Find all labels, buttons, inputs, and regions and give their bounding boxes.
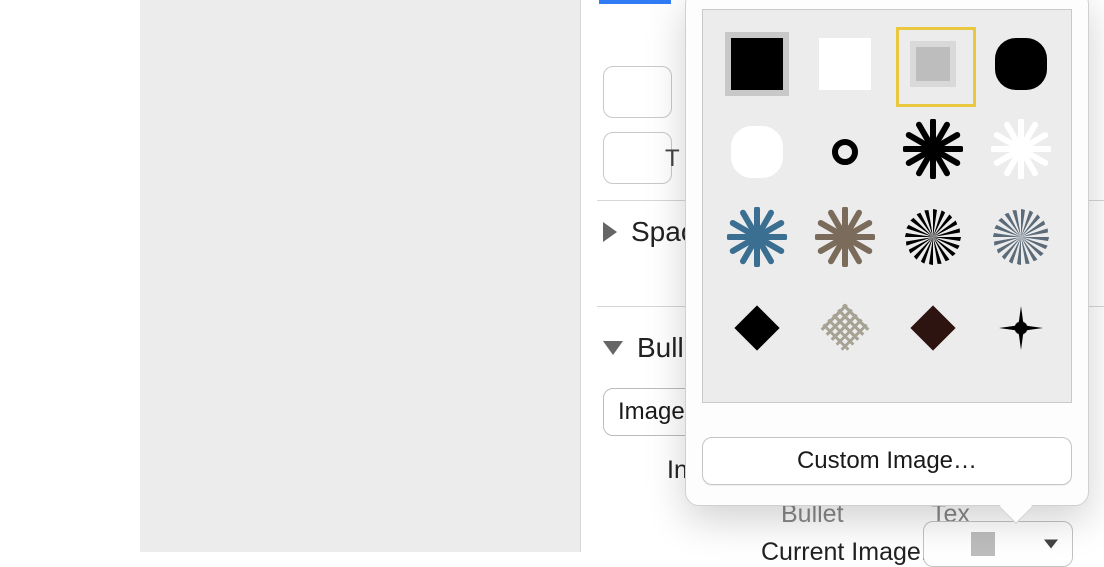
bullet-option-diamond-black[interactable] — [725, 296, 789, 360]
current-image-dropdown[interactable] — [923, 521, 1073, 567]
bullet-option-starburst-blue[interactable] — [725, 208, 789, 272]
segmented-control-active[interactable] — [599, 0, 671, 4]
bullet-option-sparkle[interactable] — [989, 296, 1053, 360]
format-inspector: T Spac Bulle Image In Bullet Tex Current… — [580, 0, 1104, 552]
bullet-type-value: Image — [618, 398, 685, 426]
chevron-right-icon — [603, 222, 617, 242]
bullet-option-starburst-taupe[interactable] — [813, 208, 877, 272]
chevron-down-icon — [603, 341, 623, 355]
document-canvas[interactable] — [140, 0, 580, 552]
bullet-option-white-square[interactable] — [813, 32, 877, 96]
bullet-option-ring[interactable] — [813, 120, 877, 184]
bullet-option-diamond-brown[interactable] — [901, 296, 965, 360]
bullet-option-scribble-diamond[interactable] — [813, 296, 877, 360]
spacing-disclosure[interactable]: Spac — [603, 216, 695, 248]
bullet-option-starburst-white[interactable] — [989, 120, 1053, 184]
custom-image-label: Custom Image… — [797, 447, 977, 475]
text-field-2[interactable]: T — [603, 132, 672, 184]
bullet-grid — [702, 9, 1072, 403]
text-field-glyph: T — [665, 145, 680, 173]
image-bullet-popover: Custom Image… — [685, 0, 1089, 506]
custom-image-button[interactable]: Custom Image… — [702, 437, 1072, 485]
bullet-option-white-clover[interactable] — [725, 120, 789, 184]
document-margin — [0, 0, 140, 552]
chevron-down-icon — [1044, 540, 1058, 549]
bullet-option-pinwheel-gray[interactable] — [989, 208, 1053, 272]
current-image-swatch — [971, 532, 995, 556]
bullet-option-gray-square[interactable] — [901, 32, 965, 96]
popover-tail — [999, 490, 1033, 524]
bullet-option-starburst-black[interactable] — [901, 120, 965, 184]
current-image-label: Current Image: — [761, 538, 928, 567]
bullet-option-triangle-up[interactable] — [725, 384, 789, 403]
bullet-option-pinwheel-black[interactable] — [901, 208, 965, 272]
bullet-option-black-clover[interactable] — [989, 32, 1053, 96]
bullet-option-black-square[interactable] — [725, 32, 789, 96]
text-field-1[interactable] — [603, 66, 672, 118]
